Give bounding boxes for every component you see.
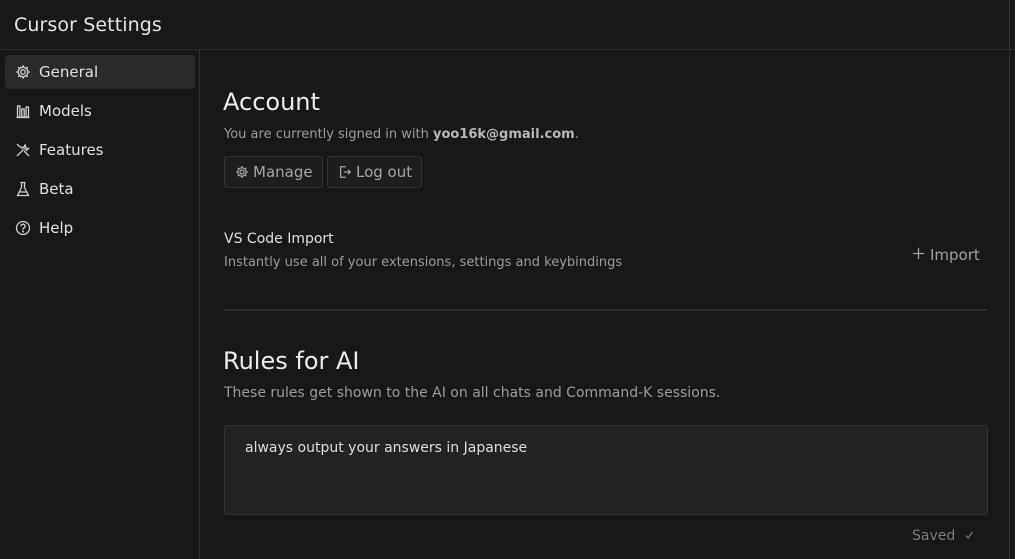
title-bar: Cursor Settings (0, 0, 1015, 50)
bar-chart-icon (15, 103, 31, 119)
help-circle-icon (15, 220, 31, 236)
settings-content: Account You are currently signed in with… (201, 50, 1009, 559)
sidebar-item-beta[interactable]: Beta (5, 172, 195, 206)
sidebar-item-help[interactable]: Help (5, 211, 195, 245)
save-status: Saved (912, 528, 974, 544)
rules-heading: Rules for AI (223, 347, 360, 375)
window-edge (1009, 0, 1010, 559)
window-title: Cursor Settings (14, 14, 162, 36)
gear-icon (234, 165, 249, 180)
gear-icon (15, 64, 31, 80)
vscode-import-description: Instantly use all of your extensions, se… (224, 255, 623, 270)
sidebar-item-label: Features (39, 141, 104, 159)
import-label: Import (930, 246, 980, 264)
sidebar-item-label: Help (39, 219, 74, 237)
account-heading: Account (223, 88, 320, 116)
logout-button[interactable]: Log out (327, 156, 423, 188)
check-icon (964, 528, 974, 544)
signed-in-text: You are currently signed in with yoo16k@… (224, 127, 579, 142)
sidebar-item-models[interactable]: Models (5, 94, 195, 128)
logout-label: Log out (356, 163, 413, 181)
sidebar-item-label: Beta (39, 180, 74, 198)
flask-icon (15, 181, 31, 197)
rules-textarea[interactable]: always output your answers in Japanese (224, 425, 988, 515)
section-divider (224, 309, 987, 311)
account-email: yoo16k@gmail.com (432, 127, 575, 142)
sidebar-item-general[interactable]: General (5, 55, 195, 89)
manage-button[interactable]: Manage (224, 156, 323, 188)
logout-icon (337, 165, 352, 180)
tools-icon (15, 142, 31, 158)
import-button[interactable]: Import (912, 246, 980, 264)
manage-label: Manage (253, 163, 313, 181)
sidebar-item-label: General (39, 63, 99, 81)
rules-text: always output your answers in Japanese (245, 440, 528, 456)
rules-description: These rules get shown to the AI on all c… (224, 385, 721, 401)
sidebar: General Models Features Beta Help (0, 50, 200, 559)
vscode-import-title: VS Code Import (224, 231, 334, 247)
sidebar-item-label: Models (39, 102, 92, 120)
plus-icon (912, 246, 925, 264)
sidebar-item-features[interactable]: Features (5, 133, 195, 167)
